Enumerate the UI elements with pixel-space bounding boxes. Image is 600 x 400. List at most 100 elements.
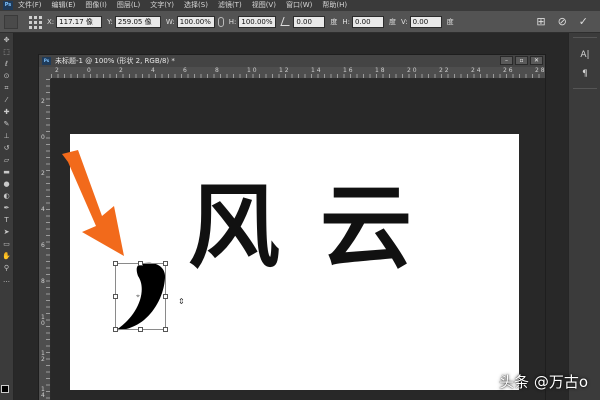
- ruler-label: 4: [151, 67, 155, 74]
- commit-transform-icon[interactable]: ✓: [579, 11, 588, 33]
- character-panel-icon[interactable]: A|: [578, 48, 592, 62]
- w-label: W:: [165, 17, 175, 26]
- eyedropper-tool-icon[interactable]: ⁄: [2, 95, 12, 105]
- ruler-label: 2: [55, 67, 59, 74]
- h-label: H:: [228, 17, 237, 26]
- transform-handle[interactable]: [138, 261, 143, 266]
- move-cursor-icon: ⇕: [178, 297, 185, 306]
- transform-handle[interactable]: [113, 327, 118, 332]
- shape-tool-icon[interactable]: ▭: [2, 239, 12, 249]
- menu-edit[interactable]: 编辑(E): [47, 0, 81, 11]
- v-skew-input[interactable]: 0.00: [409, 15, 442, 28]
- zoom-tool-icon[interactable]: ⚲: [2, 263, 12, 273]
- ruler-label: 2 0: [407, 67, 417, 74]
- transform-handle[interactable]: [113, 261, 118, 266]
- orange-arrow-icon: [62, 150, 124, 256]
- ruler-label: 2 6: [503, 67, 513, 74]
- tools-panel: ✥ ⬚ ℓ ⊙ ⌗ ⁄ ✚ ✎ ⊥ ↺ ▱ ▬ ● ◐ ✒ T ➤ ▭ ✋ ⚲ …: [0, 33, 14, 400]
- ruler-label: 6: [41, 242, 45, 249]
- link-icon[interactable]: [217, 16, 224, 27]
- brush-tool-icon[interactable]: ✎: [2, 119, 12, 129]
- height-input[interactable]: 100.00%: [238, 15, 277, 28]
- ruler-label: 1 6: [343, 67, 353, 74]
- character-feng[interactable]: 风: [188, 178, 280, 278]
- transform-handle[interactable]: [163, 327, 168, 332]
- transform-bounding-box[interactable]: [113, 261, 168, 332]
- type-tool-icon[interactable]: T: [2, 215, 12, 225]
- blur-tool-icon[interactable]: ●: [2, 179, 12, 189]
- menu-file[interactable]: 文件(F): [13, 0, 47, 11]
- watermark: 头条 @万古o: [499, 373, 588, 391]
- maximize-button[interactable]: ▫: [515, 56, 528, 65]
- move-tool-icon[interactable]: ✥: [2, 35, 12, 45]
- transform-handle[interactable]: [163, 294, 168, 299]
- ruler-label: 0: [41, 134, 45, 141]
- crop-tool-icon[interactable]: ⌗: [2, 83, 12, 93]
- foreground-color-swatch[interactable]: [1, 385, 9, 393]
- ruler-label: 2: [119, 67, 123, 74]
- ruler-label: 1 4: [41, 386, 45, 399]
- horizontal-ruler[interactable]: 2 0 2 4 6 8 1 0 1 2 1 4 1 6 1 8 2 0 2 2 …: [51, 67, 545, 79]
- stamp-tool-icon[interactable]: ⊥: [2, 131, 12, 141]
- transform-handle[interactable]: [113, 294, 118, 299]
- h-skew-unit: 度: [389, 17, 396, 26]
- ruler-label: 2: [41, 98, 45, 105]
- menu-help[interactable]: 帮助(H): [317, 0, 352, 11]
- menu-window[interactable]: 窗口(W): [281, 0, 317, 11]
- menu-image[interactable]: 图像(I): [80, 0, 112, 11]
- x-position-input[interactable]: 117.17 像: [56, 15, 103, 28]
- reference-point-crosshair-icon[interactable]: ⌖: [136, 292, 140, 301]
- menu-layer[interactable]: 图层(L): [112, 0, 145, 11]
- transform-handle[interactable]: [138, 327, 143, 332]
- transform-handle[interactable]: [163, 261, 168, 266]
- panel-divider: [573, 37, 597, 38]
- ruler-label: 4: [41, 206, 45, 213]
- ruler-label: 1 0: [247, 67, 257, 74]
- panel-divider: [573, 88, 597, 89]
- vertical-ruler[interactable]: 2 0 2 4 6 8 1 0 1 2 1 4: [39, 79, 51, 400]
- gradient-tool-icon[interactable]: ▬: [2, 167, 12, 177]
- h-skew-input[interactable]: 0.00: [352, 15, 384, 28]
- headline-text-layer[interactable]: 风 云: [188, 178, 412, 278]
- document-title: 未标题-1 @ 100% (形状 2, RGB/8) *: [55, 57, 175, 65]
- angle-icon: [280, 17, 294, 26]
- path-select-tool-icon[interactable]: ➤: [2, 227, 12, 237]
- y-position-input[interactable]: 259.05 像: [114, 15, 161, 28]
- ruler-label: 1 2: [279, 67, 289, 74]
- menu-select[interactable]: 选择(S): [179, 0, 213, 11]
- cancel-transform-icon[interactable]: ⊘: [558, 11, 567, 33]
- hand-tool-icon[interactable]: ✋: [2, 251, 12, 261]
- menu-type[interactable]: 文字(Y): [145, 0, 179, 11]
- lasso-tool-icon[interactable]: ℓ: [2, 59, 12, 69]
- menu-filter[interactable]: 滤镜(T): [213, 0, 247, 11]
- minimize-button[interactable]: –: [500, 56, 513, 65]
- document-tab[interactable]: Ps 未标题-1 @ 100% (形状 2, RGB/8) * – ▫ ✕: [39, 55, 545, 67]
- ruler-label: 2 2: [439, 67, 449, 74]
- tool-preset-picker[interactable]: [4, 14, 18, 29]
- healing-tool-icon[interactable]: ✚: [2, 107, 12, 117]
- angle-input[interactable]: 0.00: [293, 15, 326, 28]
- character-yun[interactable]: 云: [320, 178, 412, 278]
- marquee-tool-icon[interactable]: ⬚: [2, 47, 12, 57]
- quick-select-tool-icon[interactable]: ⊙: [2, 71, 12, 81]
- width-input[interactable]: 100.00%: [176, 15, 215, 28]
- pen-tool-icon[interactable]: ✒: [2, 203, 12, 213]
- v-skew-label: V:: [401, 17, 408, 26]
- ruler-label: 0: [87, 67, 91, 74]
- ruler-label: 2: [41, 170, 45, 177]
- close-button[interactable]: ✕: [530, 56, 543, 65]
- y-label: Y:: [107, 17, 113, 26]
- reference-point-icon[interactable]: [28, 15, 42, 29]
- warp-mode-icon[interactable]: ⊞: [536, 11, 545, 33]
- collapsed-panels: A| ¶: [568, 33, 600, 400]
- ruler-label: 8: [215, 67, 219, 74]
- paragraph-panel-icon[interactable]: ¶: [578, 67, 592, 81]
- dodge-tool-icon[interactable]: ◐: [2, 191, 12, 201]
- ruler-label: 2 4: [471, 67, 481, 74]
- eraser-tool-icon[interactable]: ▱: [2, 155, 12, 165]
- history-brush-icon[interactable]: ↺: [2, 143, 12, 153]
- more-tools-icon[interactable]: …: [2, 275, 12, 285]
- menu-view[interactable]: 视图(V): [247, 0, 281, 11]
- ruler-origin[interactable]: [39, 67, 51, 79]
- menu-bar: Ps 文件(F) 编辑(E) 图像(I) 图层(L) 文字(Y) 选择(S) 滤…: [0, 0, 600, 11]
